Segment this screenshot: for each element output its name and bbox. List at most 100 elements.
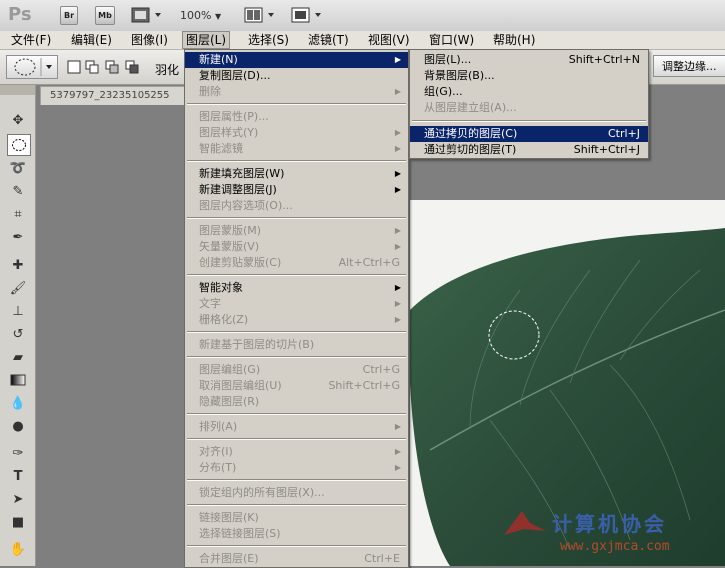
new-submenu-item[interactable]: 组(G)... xyxy=(410,84,648,100)
layer-menu-item: 矢量蒙版(V) ▶ xyxy=(185,239,408,255)
layer-menu-separator xyxy=(187,356,406,358)
layer-menu-item-label: 图层蒙版(M) xyxy=(199,224,262,237)
submenu-arrow-icon: ▶ xyxy=(394,422,401,431)
layer-menu-separator xyxy=(187,160,406,162)
new-submenu-item[interactable]: 背景图层(B)... xyxy=(410,68,648,84)
submenu-arrow-icon: ▶ xyxy=(394,185,401,194)
watermark-url: www.gxjmca.com xyxy=(560,539,670,554)
lasso-tool-icon[interactable]: ➰ xyxy=(7,158,29,178)
refine-edge-button[interactable]: 调整边缘... xyxy=(653,55,725,77)
layer-menu-item[interactable]: 新建调整图层(J) ▶ xyxy=(185,182,408,198)
elliptical-marquee-tool-icon[interactable] xyxy=(7,134,31,156)
path-selection-tool-icon[interactable]: ➤ xyxy=(7,489,29,509)
film-strip-icon xyxy=(131,7,161,23)
new-submenu-item-shortcut: Ctrl+J xyxy=(607,127,640,140)
tool-preset-picker[interactable] xyxy=(6,55,58,79)
document-tab[interactable]: 5379797_23235105255 xyxy=(40,86,196,105)
layer-menu-item[interactable]: 新建(N) ▶ xyxy=(185,52,408,68)
crop-tool-icon[interactable]: ⌗ xyxy=(7,204,29,224)
clone-stamp-tool-icon[interactable]: ⊥ xyxy=(7,301,29,321)
new-submenu-separator xyxy=(412,120,646,122)
layer-menu-item-label: 栅格化(Z) xyxy=(199,313,249,326)
layer-menu-item: 图层属性(P)... xyxy=(185,109,408,125)
layer-menu-item: 文字 ▶ xyxy=(185,296,408,312)
quick-selection-tool-icon[interactable]: ✎ xyxy=(7,181,29,201)
layer-menu-separator xyxy=(187,479,406,481)
layer-menu-item-label: 图层样式(Y) xyxy=(199,126,259,139)
new-submenu-item[interactable]: 图层(L)... Shift+Ctrl+N xyxy=(410,52,648,68)
layer-menu-item-label: 链接图层(K) xyxy=(199,511,259,524)
healing-brush-tool-icon[interactable]: ✚ xyxy=(7,255,29,275)
new-submenu-item[interactable]: 通过剪切的图层(T) Shift+Ctrl+J xyxy=(410,142,648,158)
layer-menu-item[interactable]: 复制图层(D)... xyxy=(185,68,408,84)
layer-menu-item-label: 图层编组(G) xyxy=(199,363,261,376)
photoshop-logo: Ps xyxy=(8,4,32,25)
type-tool-icon[interactable]: T xyxy=(7,466,29,486)
layer-menu-separator xyxy=(187,438,406,440)
blur-tool-icon[interactable]: 💧 xyxy=(7,393,29,413)
brush-tool-icon[interactable]: 🖌 xyxy=(7,278,29,298)
layer-menu-dropdown: 新建(N) ▶ 复制图层(D)... 删除 ▶ 图层属性(P)... 图层样式(Y) ▶ 智能滤… xyxy=(184,49,409,568)
layer-menu-item-label: 复制图层(D)... xyxy=(199,69,271,82)
chevron-down-icon: ▼ xyxy=(214,12,222,21)
layer-menu-item: 隐藏图层(R) xyxy=(185,394,408,410)
layer-menu-item-label: 文字 xyxy=(199,297,221,310)
new-submenu-item[interactable]: 通过拷贝的图层(C) Ctrl+J xyxy=(410,126,648,142)
menu-help[interactable]: 帮助(H) xyxy=(490,31,538,49)
submenu-arrow-icon: ▶ xyxy=(394,283,401,292)
layer-menu-item[interactable]: 新建填充图层(W) ▶ xyxy=(185,166,408,182)
submenu-arrow-icon: ▶ xyxy=(394,463,401,472)
watermark-logo xyxy=(500,505,550,545)
pen-tool-icon[interactable]: ✑ xyxy=(7,443,29,463)
menu-layer[interactable]: 图层(L) xyxy=(182,31,231,49)
screen-mode-button[interactable] xyxy=(290,5,324,25)
dodge-tool-icon[interactable]: ● xyxy=(7,416,29,436)
screen-mode-icon xyxy=(291,7,321,23)
arrange-grid-icon xyxy=(244,7,274,23)
layer-menu-item: 分布(T) ▶ xyxy=(185,460,408,476)
toolbox-collapse-handle[interactable] xyxy=(0,85,35,95)
layer-menu-item-label: 新建(N) xyxy=(199,53,238,66)
new-submenu-item: 从图层建立组(A)... xyxy=(410,100,648,116)
layer-menu-item: 栅格化(Z) ▶ xyxy=(185,312,408,328)
layer-menu-item-shortcut: Alt+Ctrl+G xyxy=(338,256,400,269)
layer-menu-item-label: 删除 xyxy=(199,85,221,98)
menu-filter[interactable]: 滤镜(T) xyxy=(305,31,352,49)
view-extras-button[interactable] xyxy=(130,5,164,25)
eyedropper-tool-icon[interactable]: ✒ xyxy=(7,227,29,247)
layer-menu-item-label: 取消图层编组(U) xyxy=(199,379,282,392)
submenu-arrow-icon: ▶ xyxy=(394,55,401,64)
zoom-level[interactable]: 100% ▼ xyxy=(180,9,221,22)
watermark-title: 计算机协会 xyxy=(552,512,667,536)
history-brush-tool-icon[interactable]: ↺ xyxy=(7,324,29,344)
new-submenu-item-label: 图层(L)... xyxy=(424,53,472,66)
selection-mode-icon xyxy=(67,60,139,74)
selection-mode-buttons[interactable] xyxy=(66,58,144,76)
bridge-button[interactable]: Br xyxy=(60,6,78,25)
layer-menu-item-label: 图层内容选项(O)... xyxy=(199,199,293,212)
layer-menu-item: 选择链接图层(S) xyxy=(185,526,408,542)
layer-menu-separator xyxy=(187,545,406,547)
gradient-tool-icon[interactable] xyxy=(7,370,29,390)
arrange-documents-button[interactable] xyxy=(243,5,277,25)
menu-view[interactable]: 视图(V) xyxy=(365,31,413,49)
layer-menu-item: 删除 ▶ xyxy=(185,84,408,100)
mini-bridge-button[interactable]: Mb xyxy=(95,6,115,25)
eraser-tool-icon[interactable]: ▰ xyxy=(7,347,29,367)
submenu-arrow-icon: ▶ xyxy=(394,226,401,235)
menu-window[interactable]: 窗口(W) xyxy=(426,31,477,49)
menu-select[interactable]: 选择(S) xyxy=(245,31,292,49)
submenu-arrow-icon: ▶ xyxy=(394,144,401,153)
rectangle-tool-icon[interactable]: ■ xyxy=(7,512,29,532)
menu-edit[interactable]: 编辑(E) xyxy=(68,31,115,49)
layer-menu-item-label: 图层属性(P)... xyxy=(199,110,269,123)
menu-file[interactable]: 文件(F) xyxy=(8,31,54,49)
hand-tool-icon[interactable]: ✋ xyxy=(7,539,29,559)
move-tool-icon[interactable]: ✥ xyxy=(7,110,29,130)
layer-menu-item-label: 创建剪贴蒙版(C) xyxy=(199,256,282,269)
layer-menu-item: 链接图层(K) xyxy=(185,510,408,526)
layer-menu-item-label: 新建调整图层(J) xyxy=(199,183,277,196)
layer-menu-item[interactable]: 智能对象 ▶ xyxy=(185,280,408,296)
submenu-arrow-icon: ▶ xyxy=(394,128,401,137)
menu-image[interactable]: 图像(I) xyxy=(128,31,171,49)
